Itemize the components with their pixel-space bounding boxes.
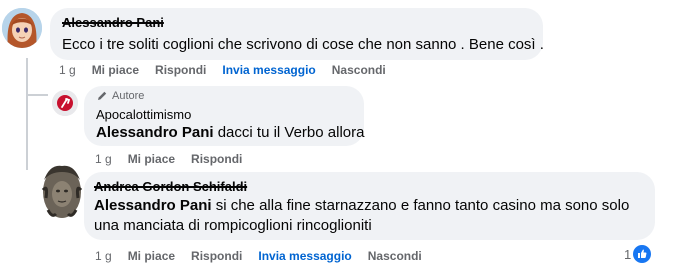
- comment-bubble: Alessandro Pani Ecco i tre soliti coglio…: [50, 8, 544, 60]
- reaction-count-value: 1: [624, 246, 632, 262]
- medusa-avatar-image: [41, 165, 83, 218]
- comment-text: Ecco i tre soliti coglioni che scrivono …: [62, 36, 544, 53]
- like-button[interactable]: Mi piace: [128, 249, 175, 263]
- avatar[interactable]: [2, 8, 42, 48]
- reply-button[interactable]: Rispondi: [191, 152, 242, 166]
- like-button[interactable]: Mi piace: [92, 63, 139, 77]
- like-icon: [633, 245, 652, 263]
- comment-time[interactable]: 1 g: [59, 63, 76, 77]
- thread-connector: [26, 94, 48, 96]
- reaction-count[interactable]: 1: [624, 245, 652, 263]
- comment-text-line-2: una manciata di rompicoglioni rincoglion…: [94, 217, 372, 234]
- comment-time[interactable]: 1 g: [95, 249, 112, 263]
- anime-avatar-image: [2, 8, 42, 48]
- comment-text: si che alla fine starnazzano e fanno tan…: [211, 197, 630, 214]
- comment-text-line: Alessandro Pani dacci tu il Verbo allora: [96, 123, 364, 143]
- comment-time[interactable]: 1 g: [95, 152, 112, 166]
- comment-text-line: Alessandro Pani si che alla fine starnaz…: [94, 196, 629, 216]
- page-logo-icon: [52, 90, 78, 116]
- avatar[interactable]: [40, 160, 84, 222]
- author-badge: Autore: [96, 90, 144, 102]
- mention-link[interactable]: Alessandro Pani: [96, 124, 214, 141]
- like-button[interactable]: Mi piace: [128, 152, 175, 166]
- comment-author[interactable]: Apocalottimismo: [96, 107, 191, 123]
- hide-button[interactable]: Nascondi: [368, 249, 422, 263]
- comment-bubble: Autore Apocalottimismo Alessandro Pani d…: [84, 86, 364, 146]
- comment-text: dacci tu il Verbo allora: [213, 124, 365, 141]
- author-badge-label: Autore: [112, 90, 145, 102]
- hide-button[interactable]: Nascondi: [332, 63, 386, 77]
- mention-link[interactable]: Alessandro Pani: [94, 197, 212, 214]
- pencil-icon: [98, 91, 107, 100]
- comment-bubble: Andrea Gordon Schifaldi Alessandro Pani …: [84, 172, 655, 240]
- avatar[interactable]: [52, 90, 78, 116]
- thread-line: [26, 96, 28, 170]
- reply-button[interactable]: Rispondi: [191, 249, 242, 263]
- reply-button[interactable]: Rispondi: [155, 63, 206, 77]
- thread-line: [26, 58, 28, 96]
- comment-author[interactable]: Alessandro Pani: [62, 15, 164, 31]
- comment-actions: 1 g Mi piace Rispondi Invia messaggio Na…: [95, 249, 438, 263]
- send-message-button[interactable]: Invia messaggio: [222, 63, 315, 77]
- comment-actions: 1 g Mi piace Rispondi: [95, 152, 258, 166]
- comment-actions: 1 g Mi piace Rispondi Invia messaggio Na…: [59, 63, 402, 77]
- comment-author[interactable]: Andrea Gordon Schifaldi: [94, 179, 247, 195]
- send-message-button[interactable]: Invia messaggio: [258, 249, 351, 263]
